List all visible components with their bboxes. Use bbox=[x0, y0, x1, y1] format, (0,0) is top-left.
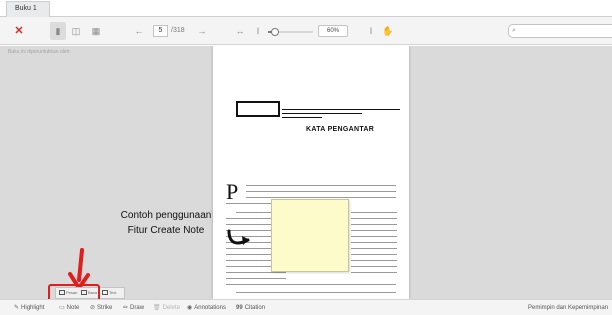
arrow-left-icon[interactable]: ← bbox=[133, 17, 145, 45]
fit-width-icon[interactable]: ↔ bbox=[234, 17, 246, 45]
text-line bbox=[351, 260, 397, 262]
strike-button[interactable]: ⊘ Strike bbox=[90, 300, 112, 315]
tab-bar: Buku 1 bbox=[0, 0, 612, 17]
text-line bbox=[351, 248, 397, 250]
highlight-button[interactable]: ✎ Highlight bbox=[14, 300, 44, 315]
text-line bbox=[351, 236, 397, 238]
draw-icon: ✏ bbox=[123, 305, 129, 311]
heading-rule bbox=[282, 109, 400, 110]
note-icon: ▭ bbox=[59, 305, 65, 311]
annotations-button[interactable]: ◉ Annotations bbox=[187, 300, 226, 315]
search-input[interactable]: ⌕ bbox=[508, 24, 612, 38]
annotation-popup-item[interactable]: Text bbox=[102, 288, 116, 298]
text-line bbox=[351, 212, 397, 214]
viewer-toolbar: ✕ ▮ ◫ ▦ ← 5 /318 → ↔ I 60% I ✋ ⌕ bbox=[0, 17, 612, 45]
curved-arrow-icon bbox=[227, 229, 250, 245]
citation-button[interactable]: 99 Citation bbox=[236, 300, 265, 315]
text-line bbox=[351, 272, 397, 274]
text-line bbox=[246, 191, 396, 193]
tab-buku-1[interactable]: Buku 1 bbox=[6, 1, 50, 17]
trash-icon: 🗑 bbox=[153, 305, 161, 311]
heading-rule bbox=[282, 117, 322, 118]
callout-line-1: Contoh penggunaan bbox=[120, 210, 212, 221]
page-total-label: /318 bbox=[171, 27, 185, 34]
page-heading: KATA PENGANTAR bbox=[306, 126, 375, 133]
strike-icon: ⊘ bbox=[90, 305, 96, 311]
heading-rule bbox=[282, 113, 362, 114]
text-line bbox=[351, 224, 397, 226]
hand-tool-icon[interactable]: ✋ bbox=[382, 17, 394, 45]
grid-view-icon[interactable]: ▦ bbox=[88, 17, 104, 45]
watermark-text: Buku ini diperuntukkan oleh: bbox=[8, 49, 71, 55]
zoom-level-input[interactable]: 60% bbox=[318, 25, 348, 37]
text-line bbox=[226, 272, 286, 274]
text-line bbox=[226, 284, 396, 286]
text-line bbox=[351, 230, 397, 232]
callout-line-2: Fitur Create Note bbox=[127, 225, 205, 236]
eye-icon: ◉ bbox=[187, 305, 193, 311]
book-title: Pemimpin dan Kepemimpinan bbox=[528, 305, 609, 311]
text-cursor-icon[interactable]: I bbox=[366, 17, 376, 45]
sticky-note[interactable] bbox=[271, 199, 349, 272]
text-line bbox=[351, 254, 397, 256]
pencil-icon: ✎ bbox=[14, 305, 20, 311]
zoom-slider[interactable] bbox=[268, 27, 313, 36]
arrow-right-icon[interactable]: → bbox=[196, 17, 208, 45]
draw-button[interactable]: ✏ Draw bbox=[123, 300, 144, 315]
close-icon[interactable]: ✕ bbox=[13, 17, 25, 45]
note-small-icon bbox=[102, 290, 108, 296]
note-button[interactable]: ▭ Note bbox=[59, 300, 79, 315]
single-page-icon[interactable]: ▮ bbox=[50, 22, 66, 40]
drop-cap: P bbox=[226, 179, 239, 204]
quote-icon: 99 bbox=[236, 305, 243, 311]
zoom-slider-knob[interactable] bbox=[270, 27, 279, 36]
text-line bbox=[351, 266, 397, 268]
text-line bbox=[226, 278, 286, 280]
double-page-icon[interactable]: ◫ bbox=[68, 17, 84, 45]
text-line bbox=[351, 242, 397, 244]
text-line bbox=[246, 185, 396, 187]
text-line bbox=[236, 292, 396, 294]
text-line bbox=[351, 218, 397, 220]
text-cursor-small-icon[interactable]: I bbox=[254, 17, 262, 45]
annotation-toolbar: ✎ Highlight ▭ Note ⊘ Strike ✏ Draw 🗑 Delete ◉… bbox=[0, 299, 612, 315]
search-icon: ⌕ bbox=[512, 27, 516, 34]
page-number-input[interactable]: 5 bbox=[153, 25, 168, 37]
heading-box-ornament bbox=[236, 101, 280, 117]
delete-button[interactable]: 🗑 Delete bbox=[153, 300, 180, 315]
